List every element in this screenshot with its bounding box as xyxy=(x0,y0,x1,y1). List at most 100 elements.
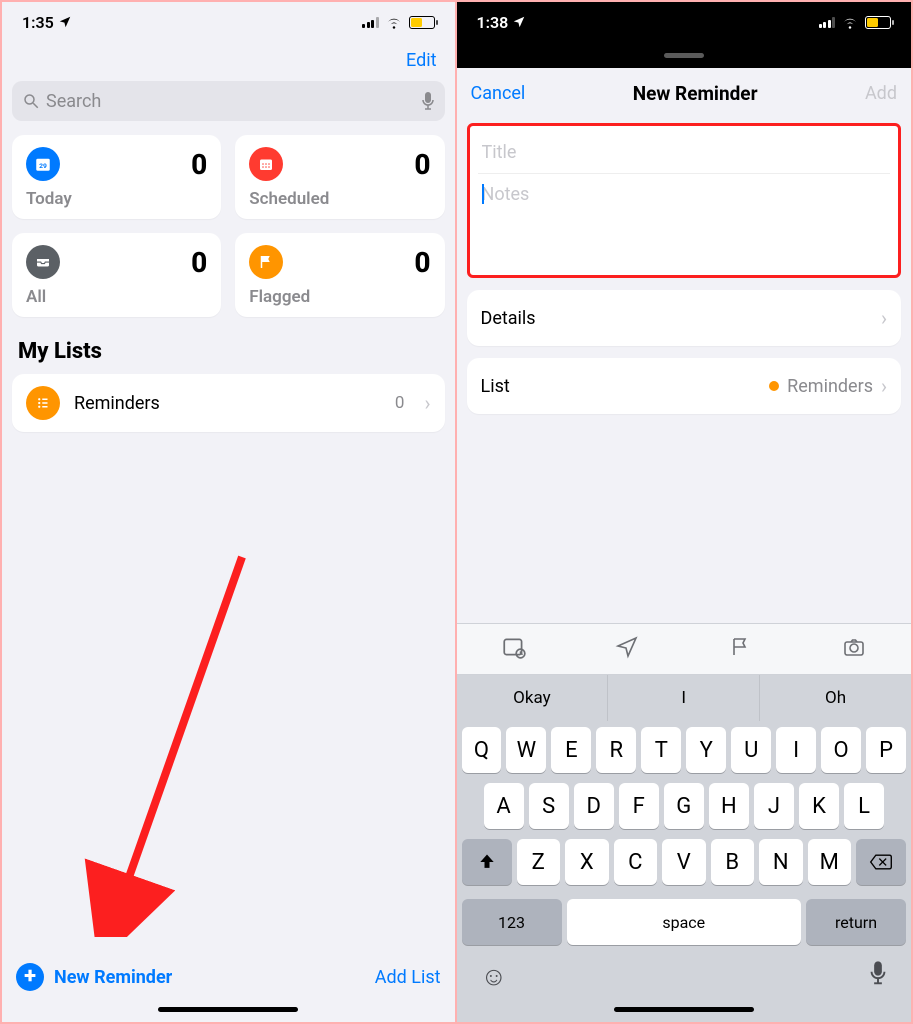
list-reminders[interactable]: Reminders 0 › xyxy=(12,374,445,432)
add-button[interactable]: Add xyxy=(865,83,897,104)
new-reminder-button[interactable]: + New Reminder xyxy=(16,963,172,991)
key-l[interactable]: L xyxy=(844,783,884,829)
list-count: 0 xyxy=(395,393,405,413)
key-x[interactable]: X xyxy=(565,839,609,885)
key-m[interactable]: M xyxy=(808,839,852,885)
keyboard: Okay I Oh QWERTYUIOP ASDFGHJKL ZXCVBNM 1… xyxy=(457,623,912,1022)
sheet-title: New Reminder xyxy=(633,82,758,105)
all-card[interactable]: 0 All xyxy=(12,233,221,317)
space-key[interactable]: space xyxy=(567,899,802,945)
key-d[interactable]: D xyxy=(574,783,614,829)
new-reminder-label: New Reminder xyxy=(54,967,172,988)
title-notes-card xyxy=(467,123,902,278)
key-e[interactable]: E xyxy=(551,727,591,773)
status-time: 1:35 xyxy=(22,13,54,32)
key-p[interactable]: P xyxy=(866,727,906,773)
key-u[interactable]: U xyxy=(731,727,771,773)
sheet-grabber[interactable] xyxy=(457,42,912,68)
list-name: Reminders xyxy=(74,393,381,414)
details-row[interactable]: Details › xyxy=(467,290,902,346)
search-icon xyxy=(22,92,40,110)
return-key[interactable]: return xyxy=(806,899,906,945)
suggestion-2[interactable]: I xyxy=(608,675,760,721)
home-indicator[interactable] xyxy=(158,1007,298,1012)
edit-button[interactable]: Edit xyxy=(406,50,436,71)
list-label: List xyxy=(481,376,510,397)
new-reminder-sheet-screen: 1:38 Cancel New Reminder Add xyxy=(457,2,912,1022)
svg-text:29: 29 xyxy=(39,162,47,170)
key-y[interactable]: Y xyxy=(686,727,726,773)
signal-icon xyxy=(362,17,379,28)
annotation-arrow xyxy=(62,537,262,937)
key-t[interactable]: T xyxy=(641,727,681,773)
chevron-right-icon: › xyxy=(881,306,887,330)
plus-icon: + xyxy=(16,963,44,991)
scheduled-card[interactable]: 0 Scheduled xyxy=(235,135,444,219)
location-icon xyxy=(58,15,72,29)
key-k[interactable]: K xyxy=(799,783,839,829)
key-i[interactable]: I xyxy=(776,727,816,773)
suggestion-1[interactable]: Okay xyxy=(457,675,609,721)
key-q[interactable]: Q xyxy=(462,727,502,773)
title-input[interactable] xyxy=(478,132,891,173)
key-f[interactable]: F xyxy=(619,783,659,829)
key-j[interactable]: J xyxy=(754,783,794,829)
home-indicator[interactable] xyxy=(614,1007,754,1012)
kbd-location-icon[interactable] xyxy=(615,635,639,663)
sheet-nav: Cancel New Reminder Add xyxy=(457,68,912,115)
kbd-camera-icon[interactable] xyxy=(841,635,867,663)
list-value: Reminders xyxy=(787,376,873,397)
wifi-icon xyxy=(385,15,403,29)
search-input[interactable]: Search xyxy=(12,81,445,121)
key-w[interactable]: W xyxy=(506,727,546,773)
numbers-key[interactable]: 123 xyxy=(462,899,562,945)
key-g[interactable]: G xyxy=(664,783,704,829)
scheduled-count: 0 xyxy=(414,148,430,181)
list-color-dot xyxy=(769,381,779,391)
list-row[interactable]: List Reminders › xyxy=(467,358,902,414)
wifi-icon xyxy=(841,15,859,29)
shift-key[interactable] xyxy=(462,839,512,885)
list-icon xyxy=(26,386,60,420)
key-s[interactable]: S xyxy=(529,783,569,829)
flag-icon xyxy=(249,245,283,279)
key-v[interactable]: V xyxy=(662,839,706,885)
today-label: Today xyxy=(26,189,207,209)
chevron-right-icon: › xyxy=(881,374,887,398)
status-bar: 1:35 xyxy=(2,2,455,42)
key-b[interactable]: B xyxy=(711,839,755,885)
scheduled-icon xyxy=(249,147,283,181)
mic-icon[interactable] xyxy=(421,91,435,111)
key-a[interactable]: A xyxy=(484,783,524,829)
kbd-calendar-icon[interactable] xyxy=(501,634,527,664)
inbox-icon xyxy=(26,245,60,279)
my-lists-heading: My Lists xyxy=(2,317,455,374)
key-n[interactable]: N xyxy=(759,839,803,885)
key-o[interactable]: O xyxy=(821,727,861,773)
today-card[interactable]: 29 0 Today xyxy=(12,135,221,219)
cancel-button[interactable]: Cancel xyxy=(471,83,526,104)
key-c[interactable]: C xyxy=(614,839,658,885)
delete-key[interactable] xyxy=(856,839,906,885)
suggestion-row: Okay I Oh xyxy=(457,675,912,721)
flagged-card[interactable]: 0 Flagged xyxy=(235,233,444,317)
nav-bar: Edit xyxy=(2,42,455,77)
flagged-label: Flagged xyxy=(249,287,430,307)
flagged-count: 0 xyxy=(414,246,430,279)
signal-icon xyxy=(819,17,836,28)
details-label: Details xyxy=(481,308,536,329)
location-icon xyxy=(512,15,526,29)
calendar-icon: 29 xyxy=(26,147,60,181)
dictation-key[interactable] xyxy=(869,960,887,993)
key-h[interactable]: H xyxy=(709,783,749,829)
add-list-button[interactable]: Add List xyxy=(375,967,441,988)
battery-icon xyxy=(409,16,435,29)
emoji-key[interactable]: ☺ xyxy=(481,961,508,992)
status-bar: 1:38 xyxy=(457,2,912,42)
notes-input[interactable] xyxy=(478,174,891,215)
suggestion-3[interactable]: Oh xyxy=(760,675,911,721)
kbd-flag-icon[interactable] xyxy=(728,635,752,663)
reminders-home-screen: 1:35 Edit Search 29 0 xyxy=(2,2,457,1022)
key-r[interactable]: R xyxy=(596,727,636,773)
key-z[interactable]: Z xyxy=(517,839,561,885)
